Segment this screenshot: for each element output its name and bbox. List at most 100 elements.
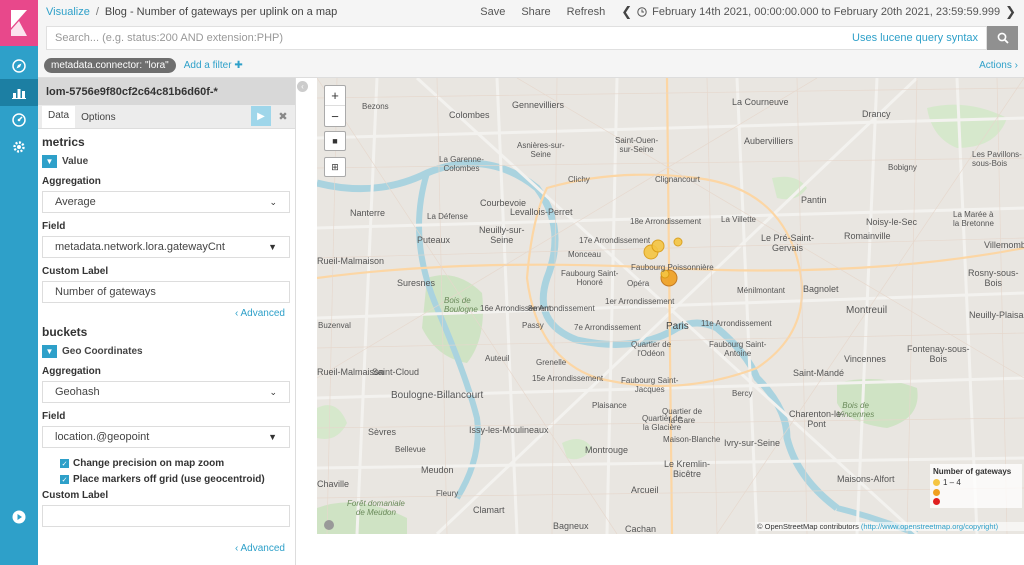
kibana-logo[interactable] (0, 0, 38, 46)
map-attribution: © OpenStreetMap contributors (http://www… (757, 522, 1024, 531)
chevron-down-icon[interactable]: ▼ (42, 155, 57, 168)
zoom-in-button[interactable]: + (325, 86, 345, 106)
map-label: Auteuil (485, 354, 510, 363)
bucket-field-value: location.@geopoint (55, 431, 150, 443)
legend-dot (933, 489, 940, 496)
visualize-icon[interactable] (0, 79, 38, 106)
map-label: Les Pavillons- sous-Bois (972, 150, 1022, 168)
filter-pill[interactable]: metadata.connector: "lora" (44, 57, 176, 73)
fit-bounds-button[interactable]: ⊞ (324, 157, 346, 177)
collapse-sidebar-button[interactable]: ‹ (297, 81, 308, 92)
map-label: Saint-Mandé (793, 368, 845, 378)
zoom-out-button[interactable]: − (325, 106, 345, 126)
chevron-down-icon[interactable]: ▼ (42, 345, 57, 358)
metric-field-select[interactable]: metadata.network.lora.gatewayCnt ▼ (42, 236, 290, 258)
refresh-button[interactable]: Refresh (567, 6, 606, 18)
chevron-right-icon[interactable]: ❯ (1005, 4, 1016, 20)
editor-sidebar: lom-5756e9f80cf2c64c81b6d60f-* Data Opti… (38, 78, 296, 565)
map-label: Vincennes (844, 354, 886, 364)
crop-icon: ⊞ (331, 161, 339, 172)
dashboard-icon[interactable] (0, 106, 38, 133)
lucene-syntax-link[interactable]: Uses lucene query syntax (852, 32, 978, 44)
timerange-text[interactable]: February 14th 2021, 00:00:00.000 to Febr… (652, 6, 1000, 18)
map-label: Le Pré-Saint- Gervais (761, 233, 815, 253)
map-label: Rosny-sous- Bois (968, 268, 1019, 288)
discard-changes-button[interactable]: ✖ (273, 106, 293, 126)
play-icon: ▶ (257, 110, 265, 122)
map-label: Drancy (862, 109, 891, 119)
draw-rectangle-button[interactable]: ■ (324, 131, 346, 151)
breadcrumb-separator: / (95, 6, 99, 18)
aggregation-label: Aggregation (42, 176, 101, 187)
map-label: Rueil-Malmaison (317, 256, 385, 266)
map-label: Faubourg Poissonnière (631, 263, 714, 272)
map-label: Gennevilliers (512, 100, 565, 110)
map[interactable]: La Courneuve Gennevilliers Bezons Colomb… (317, 78, 1024, 534)
change-precision-checkbox[interactable]: ✓ Change precision on map zoom (42, 458, 289, 469)
visualization-title: Blog - Number of gateways per uplink on … (104, 6, 338, 18)
metrics-heading: metrics (42, 135, 85, 149)
search-icon (997, 32, 1009, 44)
add-filter-link[interactable]: Add a filter ✚ (184, 60, 243, 71)
map-label: 16e Arrondissement (480, 304, 552, 313)
chevron-down-icon: ⌄ (269, 386, 277, 397)
editor-tabs: Data Options ▶ ✖ (38, 105, 295, 129)
map-info-icon[interactable] (324, 520, 334, 530)
map-label: Suresnes (397, 278, 436, 288)
advanced-toggle[interactable]: ‹ Advanced (42, 308, 289, 319)
tab-data[interactable]: Data (42, 106, 76, 128)
bottom-strip (317, 534, 1024, 565)
map-label: Monceau (568, 250, 601, 259)
map-label: La Courneuve (732, 97, 789, 107)
legend-range: 1 – 4 (943, 478, 961, 487)
advanced-toggle[interactable]: ‹ Advanced (42, 543, 289, 554)
search-input[interactable] (55, 32, 853, 44)
use-geocentroid-checkbox[interactable]: ✓ Place markers off grid (use geocentroi… (42, 474, 289, 485)
breadcrumb-visualize-link[interactable]: Visualize (46, 6, 90, 18)
map-label: Opéra (627, 279, 650, 288)
save-button[interactable]: Save (480, 6, 505, 18)
discover-icon[interactable] (0, 52, 38, 79)
bucket-field-select[interactable]: location.@geopoint ▼ (42, 426, 290, 448)
apply-changes-button[interactable]: ▶ (251, 106, 271, 126)
map-label: Villemomble (984, 240, 1024, 250)
map-label: Clamart (473, 505, 505, 515)
map-label: Puteaux (417, 235, 451, 245)
map-label: Passy (522, 321, 544, 330)
actions-link[interactable]: Actions › (979, 60, 1018, 71)
play-circle-icon[interactable] (0, 505, 38, 529)
metric-custom-label-input[interactable]: Number of gateways (42, 281, 290, 303)
share-button[interactable]: Share (521, 6, 550, 18)
zoom-controls: + − (324, 85, 346, 127)
search-row: Uses lucene query syntax (38, 24, 1024, 53)
metric-aggregation-select[interactable]: Average ⌄ (42, 191, 290, 213)
chevron-right-icon: › (1014, 59, 1018, 71)
map-label: Colombes (449, 110, 490, 120)
legend-dot (933, 498, 940, 505)
chevron-left-icon[interactable]: ❮ (621, 4, 632, 20)
custom-label-label: Custom Label (42, 490, 109, 501)
search-button[interactable] (987, 26, 1018, 50)
map-label: La Marée à la Bretonne (953, 210, 994, 228)
tab-options[interactable]: Options (75, 108, 121, 128)
advanced-label: Advanced (240, 543, 285, 554)
bucket-custom-label-input[interactable] (42, 505, 290, 527)
map-label: Bagneux (553, 521, 589, 531)
aggregation-label: Aggregation (42, 366, 101, 377)
checkmark-icon: ✓ (60, 475, 69, 484)
settings-icon[interactable] (0, 133, 38, 160)
map-label: Montreuil (846, 305, 888, 316)
actions-label: Actions (979, 59, 1012, 71)
top-bar: Visualize / Blog - Number of gateways pe… (38, 0, 1024, 24)
buckets-heading: buckets (42, 325, 88, 339)
bucket-aggregation-select[interactable]: Geohash ⌄ (42, 381, 290, 403)
caret-down-icon: ▼ (268, 242, 277, 252)
map-label: La Défense (427, 212, 468, 221)
map-label: Sèvres (368, 427, 397, 437)
map-label: 18e Arrondissement (630, 217, 702, 226)
left-nav (0, 0, 38, 565)
attribution-link[interactable]: (http://www.openstreetmap.org/copyright) (861, 522, 998, 531)
field-label: Field (42, 221, 66, 232)
legend-item (933, 498, 1019, 505)
change-precision-label: Change precision on map zoom (73, 458, 225, 469)
